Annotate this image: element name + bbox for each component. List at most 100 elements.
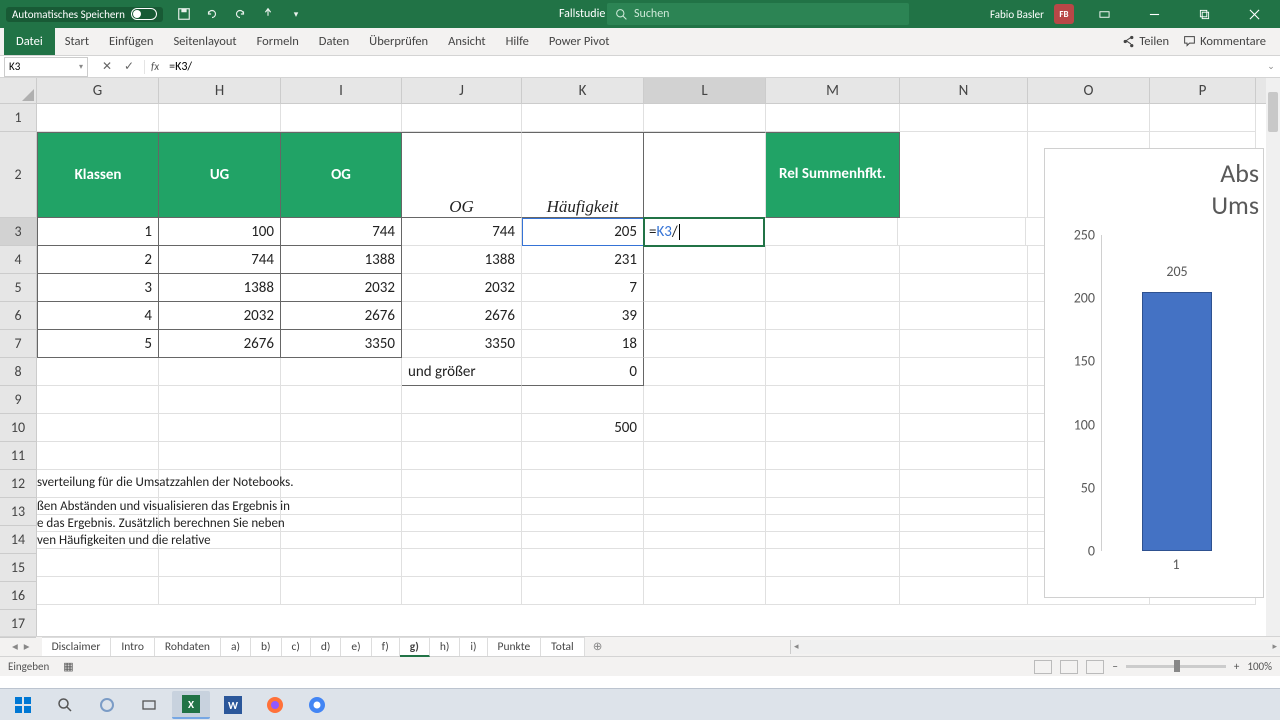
- cell[interactable]: [900, 498, 1028, 515]
- cell[interactable]: [644, 132, 766, 218]
- tab-powerpivot[interactable]: Power Pivot: [539, 28, 620, 55]
- share-button[interactable]: Teilen: [1122, 34, 1169, 49]
- cell[interactable]: [644, 442, 766, 470]
- cell[interactable]: [281, 498, 402, 515]
- sheet-tab[interactable]: i): [460, 637, 487, 656]
- view-page-layout-icon[interactable]: [1060, 660, 1078, 674]
- cell[interactable]: [766, 302, 900, 330]
- cell[interactable]: [37, 386, 159, 414]
- cell[interactable]: [281, 104, 402, 132]
- cell[interactable]: [644, 532, 766, 549]
- row-header[interactable]: 3: [0, 218, 36, 246]
- cell[interactable]: [766, 104, 900, 132]
- cell[interactable]: 4: [37, 302, 159, 330]
- cell[interactable]: [159, 549, 281, 577]
- cell[interactable]: [766, 386, 900, 414]
- horizontal-scrollbar[interactable]: [790, 640, 1280, 654]
- cell[interactable]: [37, 442, 159, 470]
- cell[interactable]: 2676: [281, 302, 402, 330]
- cell[interactable]: 100: [159, 218, 281, 246]
- vertical-scrollbar[interactable]: [1266, 78, 1280, 636]
- row-header[interactable]: 4: [0, 246, 36, 274]
- formula-input[interactable]: =K3/: [165, 60, 1262, 74]
- cell[interactable]: [900, 302, 1028, 330]
- row-header[interactable]: 13: [0, 498, 36, 526]
- embedded-chart[interactable]: AbsUms 250 200 150 100 50 0 205 1: [1044, 148, 1264, 598]
- undo-icon[interactable]: [205, 7, 219, 21]
- cell[interactable]: 1388: [402, 246, 522, 274]
- macro-record-icon[interactable]: ▦: [63, 660, 73, 673]
- task-view-icon[interactable]: [130, 691, 168, 719]
- col-header-m[interactable]: M: [766, 78, 900, 103]
- zoom-out-button[interactable]: −: [1112, 660, 1117, 673]
- cell[interactable]: 3350: [402, 330, 522, 358]
- cell[interactable]: 3350: [281, 330, 402, 358]
- cell[interactable]: 3: [37, 274, 159, 302]
- cell[interactable]: [522, 470, 644, 498]
- cell[interactable]: [766, 330, 900, 358]
- autosave-toggle[interactable]: Automatisches Speichern: [6, 7, 163, 22]
- worksheet-grid[interactable]: G H I J K L M N O P 1 2 3 4 5 6 7 8 9 10…: [0, 78, 1280, 636]
- cell[interactable]: [900, 132, 1028, 218]
- excel-taskbar-icon[interactable]: X: [172, 691, 210, 719]
- cell[interactable]: [644, 515, 766, 532]
- header-hauf[interactable]: Häufigkeit: [522, 132, 644, 218]
- close-button[interactable]: [1234, 0, 1274, 28]
- sheet-tab[interactable]: d): [311, 637, 342, 656]
- word-taskbar-icon[interactable]: W: [214, 691, 252, 719]
- sheet-tab[interactable]: b): [251, 637, 282, 656]
- cell[interactable]: 744: [159, 246, 281, 274]
- user-name[interactable]: Fabio Basler: [990, 8, 1044, 21]
- cell[interactable]: [900, 246, 1028, 274]
- cell[interactable]: [402, 386, 522, 414]
- sheet-tab[interactable]: Disclaimer: [42, 637, 112, 656]
- zoom-level[interactable]: 100%: [1247, 660, 1272, 673]
- cell[interactable]: [900, 330, 1028, 358]
- cell[interactable]: [900, 442, 1028, 470]
- row-header[interactable]: 6: [0, 302, 36, 330]
- cell[interactable]: [522, 549, 644, 577]
- cell[interactable]: [522, 442, 644, 470]
- cell[interactable]: 744: [402, 218, 522, 246]
- start-button[interactable]: [4, 691, 42, 719]
- col-header-o[interactable]: O: [1028, 78, 1150, 103]
- cell[interactable]: 2676: [159, 330, 281, 358]
- cell[interactable]: [281, 386, 402, 414]
- cell[interactable]: [281, 358, 402, 386]
- cell[interactable]: [281, 532, 402, 549]
- sheet-tab[interactable]: Total: [541, 637, 585, 656]
- active-cell-l3[interactable]: =K3/: [643, 217, 765, 247]
- cell[interactable]: [402, 532, 522, 549]
- cell[interactable]: [766, 274, 900, 302]
- cell[interactable]: [281, 470, 402, 498]
- cell[interactable]: [766, 532, 900, 549]
- cell[interactable]: [900, 577, 1028, 605]
- cell[interactable]: 7: [522, 274, 644, 302]
- cortana-icon[interactable]: [88, 691, 126, 719]
- fx-icon[interactable]: fx: [145, 60, 165, 73]
- redo-icon[interactable]: [233, 7, 247, 21]
- cell[interactable]: [766, 246, 900, 274]
- sheet-tab[interactable]: f): [372, 637, 400, 656]
- cell[interactable]: [644, 498, 766, 515]
- cell[interactable]: [900, 549, 1028, 577]
- col-header-j[interactable]: J: [402, 78, 522, 103]
- chrome-taskbar-icon[interactable]: [298, 691, 336, 719]
- row-header[interactable]: 15: [0, 554, 36, 582]
- cell[interactable]: [900, 386, 1028, 414]
- cell[interactable]: [766, 498, 900, 515]
- cell[interactable]: [644, 246, 766, 274]
- row-header[interactable]: 10: [0, 414, 36, 442]
- cell[interactable]: [900, 532, 1028, 549]
- cell[interactable]: [402, 515, 522, 532]
- cell[interactable]: [766, 414, 900, 442]
- zoom-slider[interactable]: [1126, 665, 1226, 668]
- cell[interactable]: 18: [522, 330, 644, 358]
- cell[interactable]: [37, 104, 159, 132]
- cell[interactable]: [900, 358, 1028, 386]
- cell[interactable]: [281, 577, 402, 605]
- cell[interactable]: [402, 104, 522, 132]
- tab-datei[interactable]: Datei: [4, 28, 55, 55]
- cancel-formula-icon[interactable]: ✕: [100, 60, 114, 74]
- cell[interactable]: [644, 549, 766, 577]
